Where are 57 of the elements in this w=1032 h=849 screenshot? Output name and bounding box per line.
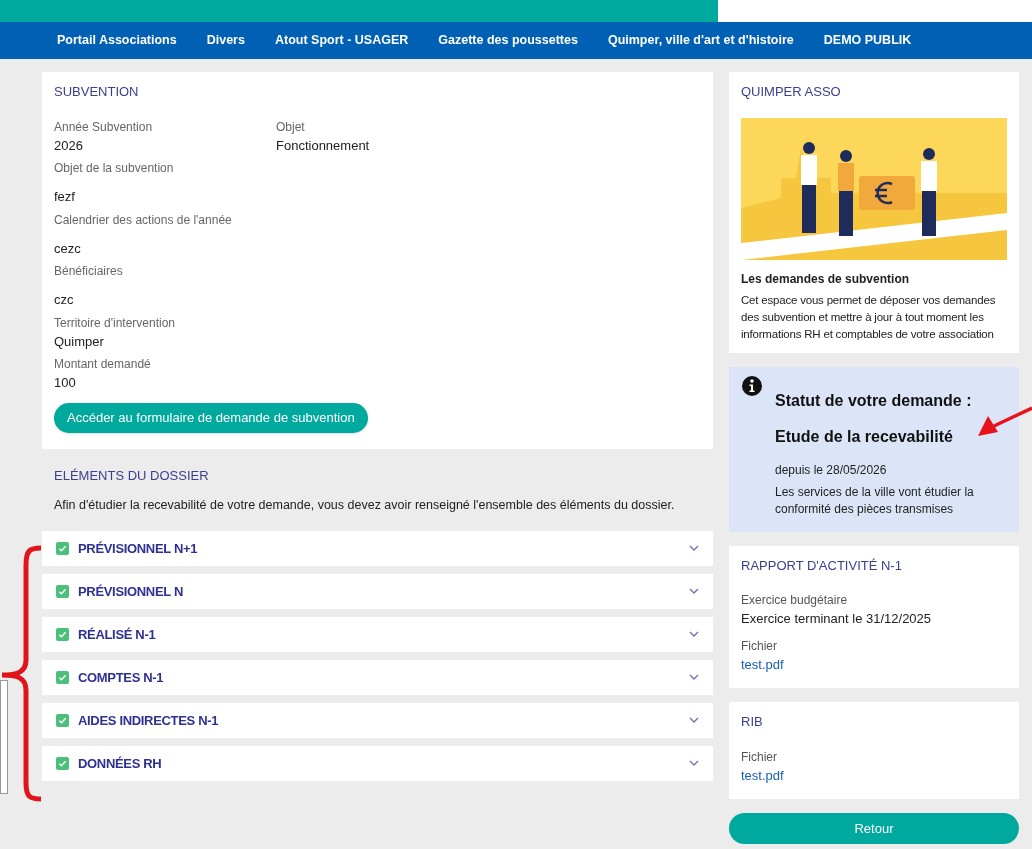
field-label: Calendrier des actions de l'année	[54, 211, 233, 229]
field-value: 100	[54, 374, 77, 392]
accordion-label: PRÉVISIONNEL N	[78, 582, 184, 601]
chevron-icon	[689, 674, 699, 681]
field-value: 2026	[54, 136, 84, 155]
chevron-icon	[689, 760, 699, 767]
field-value: czc	[54, 291, 75, 309]
chevron-icon	[689, 545, 699, 552]
accordion-label: COMPTES N-1	[78, 668, 165, 687]
file-link[interactable]: test.pdf	[741, 654, 1007, 674]
field-value: Quimper	[54, 332, 105, 351]
card-title: SUBVENTION	[54, 83, 140, 101]
status-text: Les services de la ville vont étudier la conformité des pièces transmises	[775, 483, 975, 518]
section-title: ELÉMENTS DU DOSSIER	[54, 466, 210, 485]
field-label: Année Subvention	[54, 118, 154, 136]
accordion-header[interactable]: COMPTES N-1	[42, 659, 713, 695]
field-value: Fonctionnement	[276, 136, 371, 155]
accordion-header[interactable]: PRÉVISIONNEL N+1	[42, 530, 713, 566]
field-label: Fichier	[741, 637, 778, 655]
field-label: Territoire d'intervention	[54, 314, 176, 332]
card-title: RAPPORT D'ACTIVITÉ N-1	[741, 556, 903, 575]
section-intro: Afin d'étudier la recevabilité de votre demande, vous devez avoir renseigné l'ensemble des éléments du dossier.	[54, 497, 676, 514]
card-text: Cet espace vous permet de déposer vos demandes des subvention et mettre à jour à tout moment les informations RH et comptables de votre association	[741, 292, 997, 342]
nav-link[interactable]: DEMO PUBLIK	[823, 31, 912, 50]
accordion-label: DONNÉES RH	[78, 754, 163, 773]
accordion-header[interactable]: DONNÉES RH	[42, 745, 713, 781]
field-label: Fichier	[741, 748, 778, 766]
status-date: depuis le 28/05/2026	[775, 461, 888, 479]
nav-link[interactable]: Divers	[206, 31, 245, 50]
status-title: Statut de votre demande :	[775, 390, 973, 411]
nav-link[interactable]: Portail Associations	[57, 31, 177, 50]
chevron-icon	[689, 717, 699, 724]
field-value: Exercice terminant le 31/12/2025	[741, 610, 933, 628]
nav-link[interactable]: Atout Sport - USAGER	[274, 31, 409, 50]
field-label: Objet	[276, 118, 306, 136]
field-value: cezc	[54, 239, 82, 258]
accordion-label: AIDES INDIRECTES N-1	[78, 711, 220, 730]
card-title: QUIMPER ASSO	[741, 83, 842, 101]
status-value: Etude de la recevabilité	[775, 426, 954, 447]
field-label: Exercice budgétaire	[741, 592, 849, 609]
field-value: fezf	[54, 188, 76, 206]
accordion-header[interactable]: PRÉVISIONNEL N	[42, 573, 713, 609]
field-label: Objet de la subvention	[54, 160, 175, 177]
nav-link[interactable]: Gazette des poussettes	[438, 31, 578, 50]
nav-link[interactable]: Quimper, ville d'art et d'histoire	[607, 31, 794, 50]
info-icon	[741, 374, 763, 397]
accordion-label: RÉALISÉ N-1	[78, 625, 157, 644]
chevron-icon	[689, 588, 699, 595]
accordion-header[interactable]: AIDES INDIRECTES N-1	[42, 702, 713, 738]
chevron-icon	[689, 631, 699, 638]
accordion-header[interactable]: RÉALISÉ N-1	[42, 616, 713, 652]
accordion-label: PRÉVISIONNEL N+1	[78, 539, 199, 558]
card-heading: Les demandes de subvention	[741, 270, 911, 288]
field-label: Montant demandé	[54, 356, 152, 373]
file-link[interactable]: test.pdf	[741, 765, 1007, 785]
field-label: Bénéficiaires	[54, 263, 124, 280]
card-title: RIB	[741, 713, 764, 731]
